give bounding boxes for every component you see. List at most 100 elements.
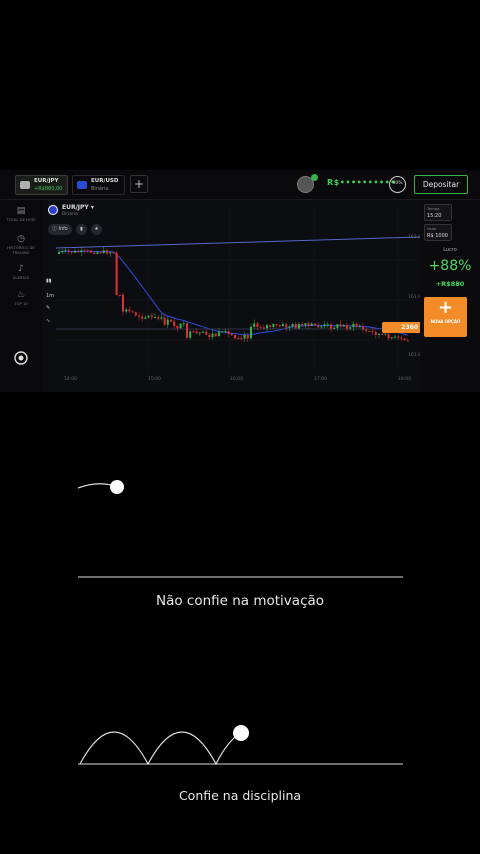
candle-body: [368, 330, 371, 332]
candle-body: [157, 317, 160, 319]
candle-body: [224, 331, 227, 333]
level-badge[interactable]: 90%: [389, 176, 406, 193]
flag-icon: [20, 181, 30, 189]
candle-body: [269, 325, 272, 327]
candle-body: [58, 251, 60, 254]
chart-grid: [56, 208, 420, 372]
candle-body: [330, 324, 332, 329]
sidebar-item-history[interactable]: ◷ HISTÓRICO DE TRADING: [0, 234, 42, 255]
candle-body: [198, 332, 201, 334]
candle-body: [109, 252, 112, 254]
time-tick-label: 17:00: [314, 376, 327, 382]
candle-body: [182, 323, 185, 325]
profit-percent: +88%: [428, 258, 472, 274]
new-option-button[interactable]: + NOVA OPÇÃO: [424, 297, 467, 337]
candle-body: [374, 331, 377, 335]
candle-body: [342, 325, 345, 327]
candle-body: [355, 323, 358, 327]
candle-body: [262, 327, 265, 329]
candle-body: [358, 326, 361, 328]
candle-body: [86, 250, 89, 252]
candle-body: [93, 252, 96, 254]
candle-body: [397, 336, 400, 338]
caption-motivation: Não confie na motivação: [155, 593, 325, 609]
candle-body: [64, 250, 67, 252]
candle-body: [131, 311, 134, 313]
briefcase-icon: ▤: [16, 206, 26, 216]
candle-body: [381, 333, 384, 335]
candle-body: [275, 324, 278, 326]
time-tick-label: 16:00: [230, 376, 243, 382]
candle-body: [346, 325, 348, 329]
candle-body: [61, 250, 64, 252]
sidebar-item-top[interactable]: ♨ TOP 10: [0, 290, 42, 306]
candle-body: [285, 324, 288, 328]
candle-body: [301, 323, 304, 326]
candle-body: [362, 326, 364, 330]
candle-body: [202, 331, 204, 333]
candle-body: [349, 327, 352, 329]
candle-body: [339, 324, 342, 327]
candle-body: [176, 326, 179, 329]
time-tick-label: 18:00: [398, 376, 411, 382]
time-field[interactable]: Tempo 15:20: [424, 204, 452, 221]
account-balance[interactable]: R$••••••••••: [327, 178, 396, 187]
trade-panel: Tempo 15:20 Valor R$ 1000 Lucro +88% +R$…: [420, 200, 480, 392]
candle-body: [317, 325, 320, 328]
candle-body: [240, 338, 243, 340]
candle-body: [160, 317, 163, 319]
deposit-button[interactable]: Depositar: [414, 175, 468, 194]
candle-body: [298, 323, 300, 329]
price-axis: 162.0 161.9 161.8: [408, 234, 420, 358]
candle-body: [378, 333, 380, 335]
sidebar-item-alerts[interactable]: ♪ ALERTAS: [0, 264, 42, 280]
candle-body: [282, 324, 284, 327]
candle-body: [250, 326, 252, 339]
profit-label: Lucro: [443, 247, 457, 253]
candle-body: [173, 321, 176, 327]
support-icon[interactable]: [0, 350, 42, 369]
price-chart[interactable]: EUR/JPY ▾ Binária ⓘ Info ▮ ★ ▮▮ 1m ✎ ∿ 1…: [42, 200, 420, 392]
candle-body: [106, 250, 108, 254]
asset-tab-eurjpy[interactable]: EUR/JPY +R$880,00: [15, 175, 68, 195]
price-tick-label: 161.9: [408, 294, 420, 300]
motivation-graphic: [77, 480, 403, 578]
candle-body: [192, 331, 195, 333]
candle-body: [266, 325, 268, 329]
candle-body: [83, 250, 86, 252]
add-tab-button[interactable]: +: [130, 175, 148, 193]
amount-field[interactable]: Valor R$ 1000: [424, 224, 452, 241]
price-tick-label: 162.0: [408, 234, 420, 240]
candle-body: [102, 250, 105, 254]
sidebar-item-total[interactable]: ▤ TOTAL DE HOJE: [0, 206, 42, 222]
candle-body: [323, 324, 326, 327]
candle-body: [96, 252, 99, 254]
moving-average-line: [58, 250, 408, 336]
candle-body: [243, 334, 246, 339]
top-bar: EUR/JPY +R$880,00 EUR/USD Binária + R$••…: [0, 170, 480, 200]
candle-body: [163, 317, 166, 325]
price-tick-label: 161.8: [408, 352, 420, 358]
asset-tab-eurusd[interactable]: EUR/USD Binária: [72, 175, 125, 195]
candle-body: [205, 331, 208, 335]
candle-body: [365, 329, 368, 331]
candle-body: [141, 316, 144, 319]
candle-body: [278, 324, 281, 327]
candle-body: [195, 331, 198, 334]
candle-body: [99, 252, 102, 254]
candle-body: [371, 331, 374, 333]
bounce-arcs: [79, 731, 242, 766]
candle-body: [147, 315, 150, 318]
candle-body: [227, 331, 230, 335]
candle-body: [291, 324, 294, 327]
candle-body: [314, 323, 316, 326]
candle-body: [144, 317, 147, 319]
candle-body: [118, 295, 121, 296]
candle-body: [288, 326, 291, 328]
candle-body: [256, 323, 259, 327]
discipline-ball: [233, 725, 249, 741]
candle-body: [333, 327, 336, 329]
sidebar: ▤ TOTAL DE HOJE ◷ HISTÓRICO DE TRADING ♪…: [0, 200, 42, 392]
candle-body: [237, 338, 240, 340]
candle-body: [246, 334, 249, 339]
